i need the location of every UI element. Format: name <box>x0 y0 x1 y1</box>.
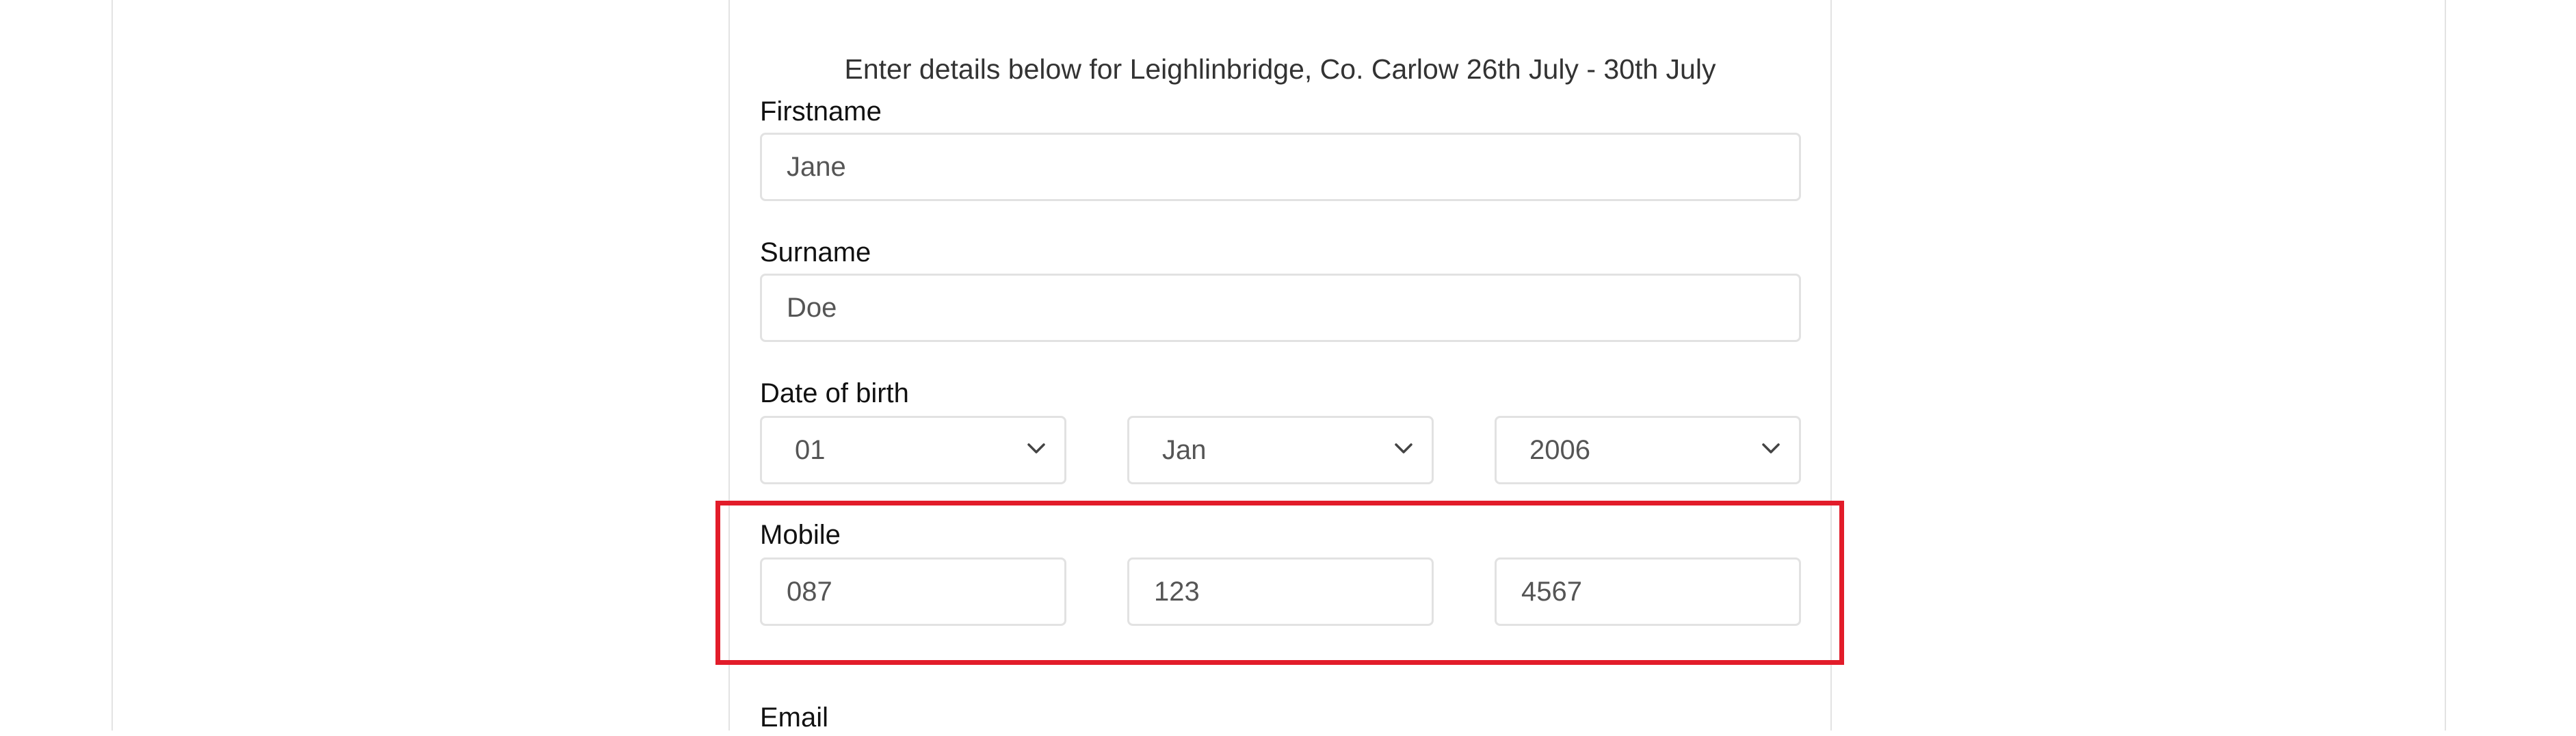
firstname-input[interactable] <box>760 133 1801 201</box>
dob-month-select[interactable]: Jan <box>1127 416 1434 484</box>
dob-month-value: Jan <box>1162 435 1207 465</box>
chevron-down-icon <box>1395 443 1412 454</box>
email-label: Email <box>760 702 829 733</box>
dob-day-select[interactable]: 01 <box>760 416 1066 484</box>
chevron-down-icon <box>1027 443 1045 454</box>
dob-label: Date of birth <box>760 378 909 408</box>
event-intro-text: Enter details below for Leighlinbridge, … <box>844 53 1716 85</box>
surname-label: Surname <box>760 237 871 267</box>
mobile-label: Mobile <box>760 520 841 550</box>
mobile-prefix-input[interactable] <box>760 557 1066 626</box>
firstname-label: Firstname <box>760 96 882 127</box>
dob-year-value: 2006 <box>1529 435 1590 465</box>
chevron-down-icon <box>1762 443 1780 454</box>
dob-year-select[interactable]: 2006 <box>1495 416 1801 484</box>
mobile-middle-input[interactable] <box>1127 557 1434 626</box>
dob-day-value: 01 <box>795 435 826 465</box>
mobile-last-input[interactable] <box>1495 557 1801 626</box>
surname-input[interactable] <box>760 274 1801 342</box>
